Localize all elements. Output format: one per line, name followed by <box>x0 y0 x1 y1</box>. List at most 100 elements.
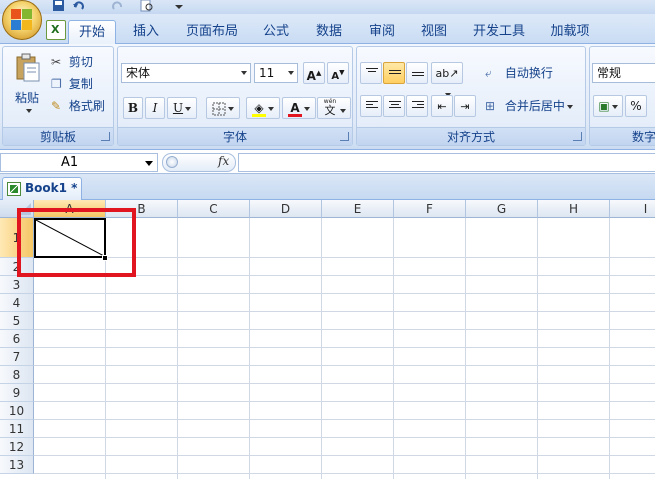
print-preview-icon[interactable] <box>140 0 154 12</box>
row-header-4[interactable]: 4 <box>0 294 34 312</box>
column-header-d[interactable]: D <box>250 200 322 218</box>
tab-developer[interactable]: 开发工具 <box>466 20 532 44</box>
row-header-8[interactable]: 8 <box>0 366 34 384</box>
wrap-text-label: 自动换行 <box>504 66 553 80</box>
phonetic-guide-icon: wén 文 <box>322 99 338 117</box>
ribbon-tab-bar: X 开始 插入 页面布局 公式 数据 审阅 视图 开发工具 加载项 <box>0 14 655 45</box>
column-header-c[interactable]: C <box>178 200 250 218</box>
row-header-13[interactable]: 13 <box>0 456 34 474</box>
row-gridline <box>34 401 655 402</box>
tab-data[interactable]: 数据 <box>306 20 352 44</box>
row-gridline <box>34 311 655 312</box>
wrap-text-button[interactable]: ⤶ 自动换行 <box>485 64 553 81</box>
row-gridline <box>34 383 655 384</box>
number-format-select[interactable]: 常规 <box>592 63 655 83</box>
borders-button[interactable] <box>206 97 240 119</box>
align-right-button[interactable] <box>406 95 428 117</box>
currency-icon: ▣ <box>598 99 610 113</box>
customize-qat-icon[interactable] <box>172 0 186 12</box>
name-box-value: A1 <box>61 155 79 170</box>
accounting-format-button[interactable]: ▣ <box>593 95 623 117</box>
workbook-tab-bar: Book1 * <box>0 174 655 200</box>
row-header-11[interactable]: 11 <box>0 420 34 438</box>
fill-color-button[interactable]: ◈ <box>246 97 280 119</box>
highlight-box <box>17 208 136 277</box>
worksheet-grid[interactable]: A B C D E F G H I 1 2 3 4 5 6 7 8 9 10 11 12 13 <box>0 200 655 479</box>
align-top-icon <box>366 68 378 78</box>
row-header-9[interactable]: 9 <box>0 384 34 402</box>
clipboard-dialog-launcher-icon[interactable] <box>101 132 110 141</box>
format-painter-button[interactable]: ✎ 格式刷 <box>51 97 105 114</box>
align-left-icon <box>366 101 378 111</box>
row-header-12[interactable]: 12 <box>0 438 34 456</box>
shrink-font-icon: A▼ <box>331 69 345 83</box>
grow-font-button[interactable]: A▲ <box>303 62 325 84</box>
orientation-button[interactable]: ab↗ <box>431 62 463 97</box>
tab-insert[interactable]: 插入 <box>122 20 170 44</box>
cut-label: 剪切 <box>68 55 93 69</box>
row-header-3[interactable]: 3 <box>0 276 34 294</box>
column-header-i[interactable]: I <box>610 200 655 218</box>
align-center-icon <box>389 101 401 111</box>
tab-page-layout[interactable]: 页面布局 <box>180 20 244 44</box>
save-icon[interactable] <box>52 0 66 12</box>
merge-center-icon: ⊞ <box>485 99 496 113</box>
align-bottom-button[interactable] <box>406 62 428 84</box>
percent-style-button[interactable]: % <box>625 95 647 117</box>
tab-review[interactable]: 审阅 <box>360 20 404 44</box>
paintbrush-icon: ✎ <box>51 99 62 113</box>
merge-center-button[interactable]: ⊞ 合并后居中 <box>485 97 573 114</box>
cut-button[interactable]: ✂ 剪切 <box>51 53 93 70</box>
align-center-button[interactable] <box>383 95 405 117</box>
alignment-group-label: 对齐方式 <box>357 127 585 145</box>
font-size-select[interactable]: 11 <box>254 63 298 83</box>
column-header-h[interactable]: H <box>538 200 610 218</box>
align-middle-button[interactable] <box>383 62 405 84</box>
borders-dropdown-icon <box>228 106 234 111</box>
office-button[interactable] <box>2 0 42 40</box>
decrease-indent-button[interactable]: ⇤ <box>431 95 453 117</box>
insert-function-button[interactable]: fx <box>218 154 229 168</box>
tab-addins[interactable]: 加载项 <box>542 20 598 44</box>
undo-icon[interactable] <box>72 0 86 12</box>
workbook-tab[interactable]: Book1 * <box>2 177 82 200</box>
clipboard-group: 粘贴 ✂ 剪切 ❐ 复制 ✎ 格式刷 剪贴板 <box>2 46 114 146</box>
tab-view[interactable]: 视图 <box>412 20 456 44</box>
font-family-value: 宋体 <box>126 66 151 80</box>
font-color-button[interactable]: A <box>282 97 316 119</box>
column-header-f[interactable]: F <box>394 200 466 218</box>
row-header-6[interactable]: 6 <box>0 330 34 348</box>
column-header-e[interactable]: E <box>322 200 394 218</box>
increase-indent-button[interactable]: ⇥ <box>454 95 476 117</box>
phonetic-guide-char: 文 <box>324 104 336 117</box>
row-gridline <box>34 329 655 330</box>
font-family-dropdown-icon <box>241 71 247 75</box>
tab-formulas[interactable]: 公式 <box>254 20 298 44</box>
copy-button[interactable]: ❐ 复制 <box>51 75 93 92</box>
row-header-5[interactable]: 5 <box>0 312 34 330</box>
redo-icon[interactable] <box>110 0 124 12</box>
name-box[interactable]: A1 <box>0 153 158 172</box>
bold-button[interactable]: B <box>123 97 143 119</box>
align-left-button[interactable] <box>360 95 382 117</box>
row-gridline <box>34 437 655 438</box>
italic-button[interactable]: I <box>145 97 165 119</box>
shrink-font-button[interactable]: A▼ <box>327 62 349 84</box>
font-dialog-launcher-icon[interactable] <box>340 132 349 141</box>
column-header-g[interactable]: G <box>466 200 538 218</box>
merge-center-label: 合并后居中 <box>504 99 565 113</box>
font-color-dropdown-icon <box>304 106 310 111</box>
row-header-10[interactable]: 10 <box>0 402 34 420</box>
tab-home[interactable]: 开始 <box>68 20 116 45</box>
underline-button[interactable]: U <box>167 97 197 119</box>
phonetic-guide-button[interactable]: wén 文 <box>317 97 351 119</box>
merge-center-dropdown-icon <box>566 104 573 109</box>
copy-label: 复制 <box>68 77 93 91</box>
name-box-dropdown-icon <box>145 161 153 166</box>
formula-input[interactable] <box>238 153 655 172</box>
align-top-button[interactable] <box>360 62 382 84</box>
alignment-dialog-launcher-icon[interactable] <box>573 132 582 141</box>
paste-button[interactable]: 粘贴 <box>7 49 47 123</box>
font-family-select[interactable]: 宋体 <box>121 63 251 83</box>
row-header-7[interactable]: 7 <box>0 348 34 366</box>
